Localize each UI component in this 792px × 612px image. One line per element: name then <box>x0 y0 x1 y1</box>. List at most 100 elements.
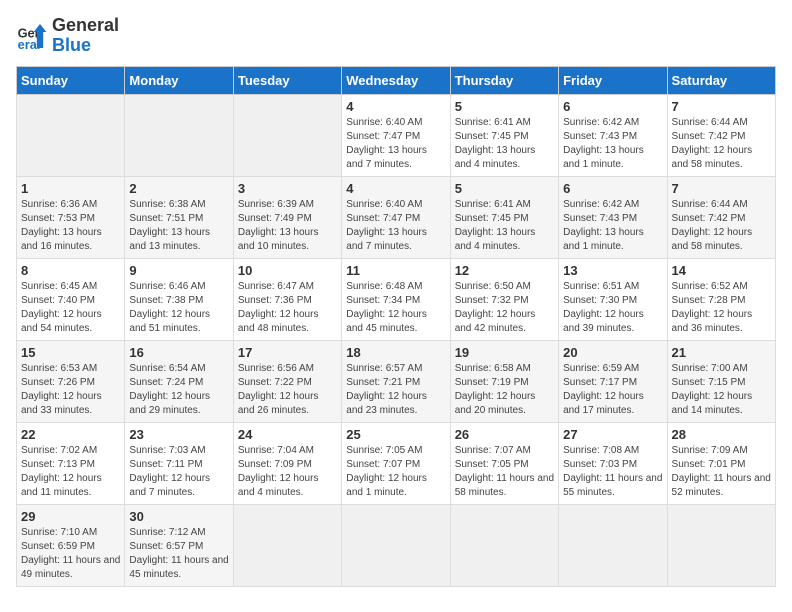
day-number: 9 <box>129 263 228 278</box>
sunset: Sunset: 7:38 PM <box>129 295 203 306</box>
sunrise: Sunrise: 6:46 AM <box>129 281 205 292</box>
sunrise: Sunrise: 7:05 AM <box>346 445 422 456</box>
sunrise: Sunrise: 7:00 AM <box>672 363 748 374</box>
sunrise: Sunrise: 6:50 AM <box>455 281 531 292</box>
daylight: Daylight: 11 hours and 45 minutes. <box>129 555 228 580</box>
day-info: Sunrise: 6:38 AM Sunset: 7:51 PM Dayligh… <box>129 198 228 254</box>
day-number: 20 <box>563 345 662 360</box>
calendar-table: SundayMondayTuesdayWednesdayThursdayFrid… <box>16 66 776 587</box>
day-info: Sunrise: 7:10 AM Sunset: 6:59 PM Dayligh… <box>21 526 120 582</box>
day-number: 23 <box>129 427 228 442</box>
calendar-cell <box>17 94 125 176</box>
day-number: 12 <box>455 263 554 278</box>
sunrise: Sunrise: 6:41 AM <box>455 117 531 128</box>
calendar-cell: 19 Sunrise: 6:58 AM Sunset: 7:19 PM Dayl… <box>450 340 558 422</box>
sunset: Sunset: 7:40 PM <box>21 295 95 306</box>
sunrise: Sunrise: 6:54 AM <box>129 363 205 374</box>
sunset: Sunset: 7:47 PM <box>346 213 420 224</box>
daylight: Daylight: 12 hours and 33 minutes. <box>21 391 102 416</box>
calendar-cell: 11 Sunrise: 6:48 AM Sunset: 7:34 PM Dayl… <box>342 258 450 340</box>
sunset: Sunset: 7:53 PM <box>21 213 95 224</box>
day-info: Sunrise: 7:02 AM Sunset: 7:13 PM Dayligh… <box>21 444 120 500</box>
daylight: Daylight: 13 hours and 10 minutes. <box>238 227 319 252</box>
sunrise: Sunrise: 6:36 AM <box>21 199 97 210</box>
sunrise: Sunrise: 6:41 AM <box>455 199 531 210</box>
day-info: Sunrise: 6:40 AM Sunset: 7:47 PM Dayligh… <box>346 198 445 254</box>
day-number: 13 <box>563 263 662 278</box>
daylight: Daylight: 13 hours and 4 minutes. <box>455 145 536 170</box>
daylight: Daylight: 12 hours and 14 minutes. <box>672 391 753 416</box>
calendar-cell: 18 Sunrise: 6:57 AM Sunset: 7:21 PM Dayl… <box>342 340 450 422</box>
day-info: Sunrise: 6:59 AM Sunset: 7:17 PM Dayligh… <box>563 362 662 418</box>
day-info: Sunrise: 7:09 AM Sunset: 7:01 PM Dayligh… <box>672 444 771 500</box>
day-number: 7 <box>672 181 771 196</box>
sunrise: Sunrise: 6:48 AM <box>346 281 422 292</box>
daylight: Daylight: 12 hours and 36 minutes. <box>672 309 753 334</box>
day-info: Sunrise: 6:52 AM Sunset: 7:28 PM Dayligh… <box>672 280 771 336</box>
sunrise: Sunrise: 6:58 AM <box>455 363 531 374</box>
sunrise: Sunrise: 6:39 AM <box>238 199 314 210</box>
calendar-cell: 8 Sunrise: 6:45 AM Sunset: 7:40 PM Dayli… <box>17 258 125 340</box>
calendar-row: 8 Sunrise: 6:45 AM Sunset: 7:40 PM Dayli… <box>17 258 776 340</box>
col-header-monday: Monday <box>125 66 233 94</box>
day-info: Sunrise: 6:50 AM Sunset: 7:32 PM Dayligh… <box>455 280 554 336</box>
daylight: Daylight: 11 hours and 55 minutes. <box>563 473 662 498</box>
sunrise: Sunrise: 7:03 AM <box>129 445 205 456</box>
calendar-cell: 5 Sunrise: 6:41 AM Sunset: 7:45 PM Dayli… <box>450 176 558 258</box>
calendar-row: 1 Sunrise: 6:36 AM Sunset: 7:53 PM Dayli… <box>17 176 776 258</box>
sunrise: Sunrise: 6:52 AM <box>672 281 748 292</box>
calendar-header-row: SundayMondayTuesdayWednesdayThursdayFrid… <box>17 66 776 94</box>
daylight: Daylight: 12 hours and 7 minutes. <box>129 473 210 498</box>
sunset: Sunset: 7:49 PM <box>238 213 312 224</box>
sunrise: Sunrise: 6:45 AM <box>21 281 97 292</box>
sunrise: Sunrise: 6:44 AM <box>672 117 748 128</box>
sunset: Sunset: 6:59 PM <box>21 541 95 552</box>
col-header-friday: Friday <box>559 66 667 94</box>
calendar-cell: 12 Sunrise: 6:50 AM Sunset: 7:32 PM Dayl… <box>450 258 558 340</box>
daylight: Daylight: 11 hours and 52 minutes. <box>672 473 771 498</box>
sunset: Sunset: 7:28 PM <box>672 295 746 306</box>
sunset: Sunset: 7:01 PM <box>672 459 746 470</box>
calendar-cell: 2 Sunrise: 6:38 AM Sunset: 7:51 PM Dayli… <box>125 176 233 258</box>
sunrise: Sunrise: 6:59 AM <box>563 363 639 374</box>
sunrise: Sunrise: 6:40 AM <box>346 199 422 210</box>
col-header-saturday: Saturday <box>667 66 775 94</box>
day-number: 10 <box>238 263 337 278</box>
sunset: Sunset: 7:13 PM <box>21 459 95 470</box>
col-header-tuesday: Tuesday <box>233 66 341 94</box>
day-info: Sunrise: 7:12 AM Sunset: 6:57 PM Dayligh… <box>129 526 228 582</box>
sunset: Sunset: 7:30 PM <box>563 295 637 306</box>
day-number: 5 <box>455 181 554 196</box>
logo: Gen eral General Blue <box>16 16 119 56</box>
day-number: 8 <box>21 263 120 278</box>
daylight: Daylight: 13 hours and 13 minutes. <box>129 227 210 252</box>
calendar-cell: 4 Sunrise: 6:40 AM Sunset: 7:47 PM Dayli… <box>342 94 450 176</box>
day-info: Sunrise: 6:45 AM Sunset: 7:40 PM Dayligh… <box>21 280 120 336</box>
calendar-cell: 27 Sunrise: 7:08 AM Sunset: 7:03 PM Dayl… <box>559 422 667 504</box>
sunrise: Sunrise: 6:44 AM <box>672 199 748 210</box>
day-number: 1 <box>21 181 120 196</box>
sunset: Sunset: 7:45 PM <box>455 131 529 142</box>
calendar-cell: 29 Sunrise: 7:10 AM Sunset: 6:59 PM Dayl… <box>17 504 125 586</box>
day-number: 24 <box>238 427 337 442</box>
day-number: 17 <box>238 345 337 360</box>
daylight: Daylight: 12 hours and 58 minutes. <box>672 145 753 170</box>
daylight: Daylight: 12 hours and 1 minute. <box>346 473 427 498</box>
day-info: Sunrise: 6:48 AM Sunset: 7:34 PM Dayligh… <box>346 280 445 336</box>
day-number: 18 <box>346 345 445 360</box>
day-info: Sunrise: 6:41 AM Sunset: 7:45 PM Dayligh… <box>455 198 554 254</box>
day-number: 2 <box>129 181 228 196</box>
sunrise: Sunrise: 6:56 AM <box>238 363 314 374</box>
sunrise: Sunrise: 6:42 AM <box>563 199 639 210</box>
day-number: 6 <box>563 99 662 114</box>
calendar-cell: 3 Sunrise: 6:39 AM Sunset: 7:49 PM Dayli… <box>233 176 341 258</box>
sunset: Sunset: 7:05 PM <box>455 459 529 470</box>
daylight: Daylight: 12 hours and 23 minutes. <box>346 391 427 416</box>
day-number: 28 <box>672 427 771 442</box>
calendar-cell: 17 Sunrise: 6:56 AM Sunset: 7:22 PM Dayl… <box>233 340 341 422</box>
day-info: Sunrise: 6:58 AM Sunset: 7:19 PM Dayligh… <box>455 362 554 418</box>
daylight: Daylight: 12 hours and 58 minutes. <box>672 227 753 252</box>
calendar-cell: 4 Sunrise: 6:40 AM Sunset: 7:47 PM Dayli… <box>342 176 450 258</box>
sunrise: Sunrise: 7:10 AM <box>21 527 97 538</box>
day-number: 22 <box>21 427 120 442</box>
